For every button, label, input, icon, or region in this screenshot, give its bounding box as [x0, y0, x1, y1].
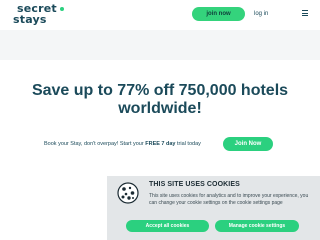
- hamburger-menu-icon[interactable]: [302, 10, 308, 16]
- trial-promo-text: Book your Stay, don't overpay! Start you…: [44, 141, 201, 147]
- page: secret stays join now log in Save up to …: [0, 0, 320, 240]
- trial-promo-text-start: Book your Stay, don't overpay! Start you…: [44, 141, 146, 147]
- cookie-icon: [117, 182, 139, 204]
- secret-stays-logo[interactable]: secret stays: [13, 3, 64, 30]
- header-banner-strip: [0, 30, 320, 60]
- join-now-button[interactable]: Join Now: [223, 137, 273, 151]
- cookie-banner-title: THIS SITE USES COOKIES: [149, 181, 240, 188]
- log-in-link[interactable]: log in: [254, 7, 268, 21]
- manage-cookie-settings-button[interactable]: Manage cookie settings: [215, 220, 299, 232]
- accept-all-cookies-button[interactable]: Accept all cookies: [126, 220, 209, 232]
- cookie-consent-banner: THIS SITE USES COOKIES This site uses co…: [107, 176, 320, 240]
- join-now-nav-button[interactable]: join now: [192, 7, 245, 21]
- logo-line-2: stays: [13, 13, 47, 26]
- logo-dot: [60, 7, 64, 11]
- trial-promo-text-end: trial today: [175, 141, 201, 147]
- cookie-banner-body: This site uses cookies for analytics and…: [149, 193, 309, 206]
- hero-headline: Save up to 77% off 750,000 hotels worldw…: [31, 82, 289, 117]
- top-navigation-bar: secret stays join now log in: [0, 0, 320, 30]
- trial-promo-text-bold: FREE 7 day: [145, 141, 176, 147]
